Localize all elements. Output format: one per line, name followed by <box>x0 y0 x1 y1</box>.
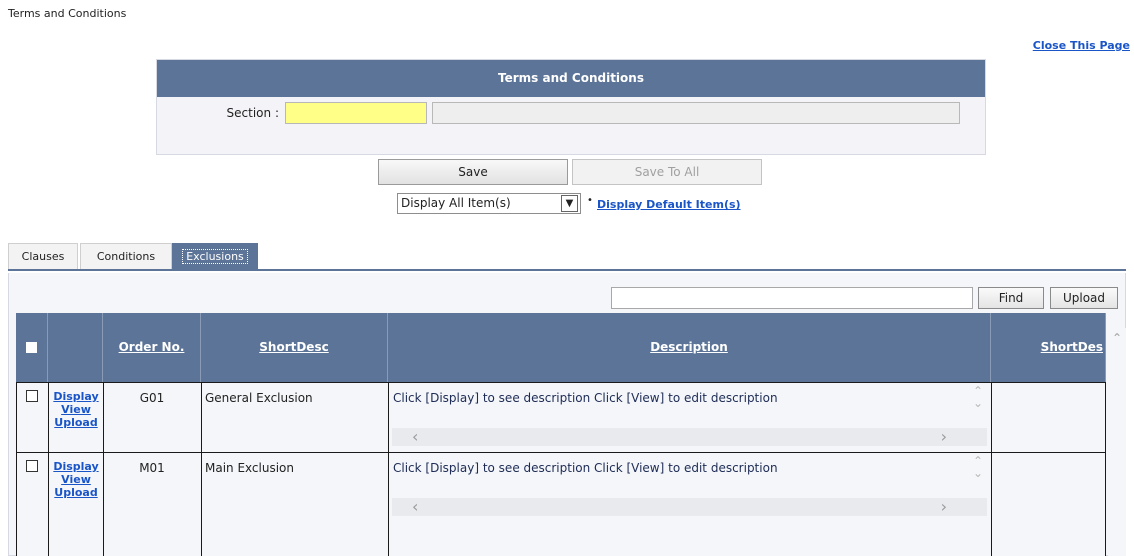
column-header-actions <box>48 313 103 382</box>
section-description-input[interactable] <box>432 102 960 124</box>
bullet: • <box>587 195 593 206</box>
chevron-down-icon[interactable]: ⌄ <box>969 397 987 409</box>
chevron-down-icon[interactable]: ▼ <box>561 195 578 212</box>
display-items-select-value: Display All Item(s) <box>401 196 511 210</box>
description-cell[interactable]: Click [Display] to see description Click… <box>392 453 990 521</box>
tab-clauses[interactable]: Clauses <box>8 243 78 269</box>
row-checkbox[interactable] <box>26 460 38 472</box>
select-all-cell <box>16 313 48 382</box>
find-button[interactable]: Find <box>978 287 1044 309</box>
display-link[interactable]: Display <box>50 390 102 403</box>
chevron-right-icon[interactable]: › <box>941 498 947 516</box>
find-input[interactable] <box>611 287 973 309</box>
scroll-corner <box>969 498 987 516</box>
section-label: Section : <box>226 106 279 120</box>
grid-vertical-scrollbar[interactable]: ⌃ <box>1108 328 1126 556</box>
short-desc-cell: Main Exclusion <box>205 461 295 475</box>
table-row: Display View Upload M01 Main Exclusion C… <box>16 453 1106 523</box>
order-no-cell: G01 <box>139 391 165 405</box>
view-link[interactable]: View <box>50 473 102 486</box>
form-panel: Terms and Conditions Section : <box>156 59 986 155</box>
display-items-select[interactable]: Display All Item(s) ▼ <box>397 193 581 214</box>
chevron-right-icon[interactable]: › <box>941 428 947 446</box>
column-header-description[interactable]: Description <box>388 313 991 382</box>
page-title: Terms and Conditions <box>8 7 127 20</box>
description-hscroll[interactable]: ‹ › <box>392 498 969 516</box>
table-row: Display View Upload G01 General Exclusio… <box>16 383 1106 453</box>
view-link[interactable]: View <box>50 403 102 416</box>
save-to-all-button[interactable]: Save To All <box>572 159 762 185</box>
tab-exclusions-label: Exclusions <box>182 249 248 264</box>
chevron-up-icon[interactable]: ⌃ <box>1108 328 1126 348</box>
chevron-left-icon[interactable]: ‹ <box>412 498 418 516</box>
upload-link[interactable]: Upload <box>50 416 102 429</box>
tab-exclusions[interactable]: Exclusions <box>172 243 258 269</box>
exclusions-grid: Order No. ShortDesc Description ShortDes… <box>16 313 1106 556</box>
display-default-items-link[interactable]: Display Default Item(s) <box>597 198 741 211</box>
description-hscroll[interactable]: ‹ › <box>392 428 969 446</box>
short-desc-cell: General Exclusion <box>205 391 313 405</box>
description-vscroll[interactable]: ⌃ ⌄ <box>969 455 987 499</box>
tab-conditions[interactable]: Conditions <box>80 243 172 269</box>
form-header: Terms and Conditions <box>157 60 985 97</box>
description-text: Click [Display] to see description Click… <box>393 391 778 405</box>
close-page-link[interactable]: Close This Page <box>1033 39 1130 52</box>
grid-header: Order No. ShortDesc Description ShortDes <box>16 313 1106 382</box>
upload-link[interactable]: Upload <box>50 486 102 499</box>
select-all-checkbox[interactable] <box>26 342 37 353</box>
display-link[interactable]: Display <box>50 460 102 473</box>
description-cell[interactable]: Click [Display] to see description Click… <box>392 383 990 451</box>
section-code-input[interactable] <box>285 102 427 124</box>
tab-strip: Clauses Conditions Exclusions <box>8 243 1126 271</box>
column-header-shortdesc-2[interactable]: ShortDes <box>991 313 1106 382</box>
chevron-left-icon[interactable]: ‹ <box>412 428 418 446</box>
chevron-down-icon[interactable]: ⌄ <box>969 467 987 479</box>
scroll-corner <box>969 428 987 446</box>
order-no-cell: M01 <box>139 461 165 475</box>
column-header-order-no[interactable]: Order No. <box>103 313 201 382</box>
description-vscroll[interactable]: ⌃ ⌄ <box>969 385 987 429</box>
description-text: Click [Display] to see description Click… <box>393 461 778 475</box>
save-button[interactable]: Save <box>378 159 568 185</box>
upload-button[interactable]: Upload <box>1050 287 1118 309</box>
row-checkbox[interactable] <box>26 390 38 402</box>
column-header-shortdesc[interactable]: ShortDesc <box>201 313 388 382</box>
